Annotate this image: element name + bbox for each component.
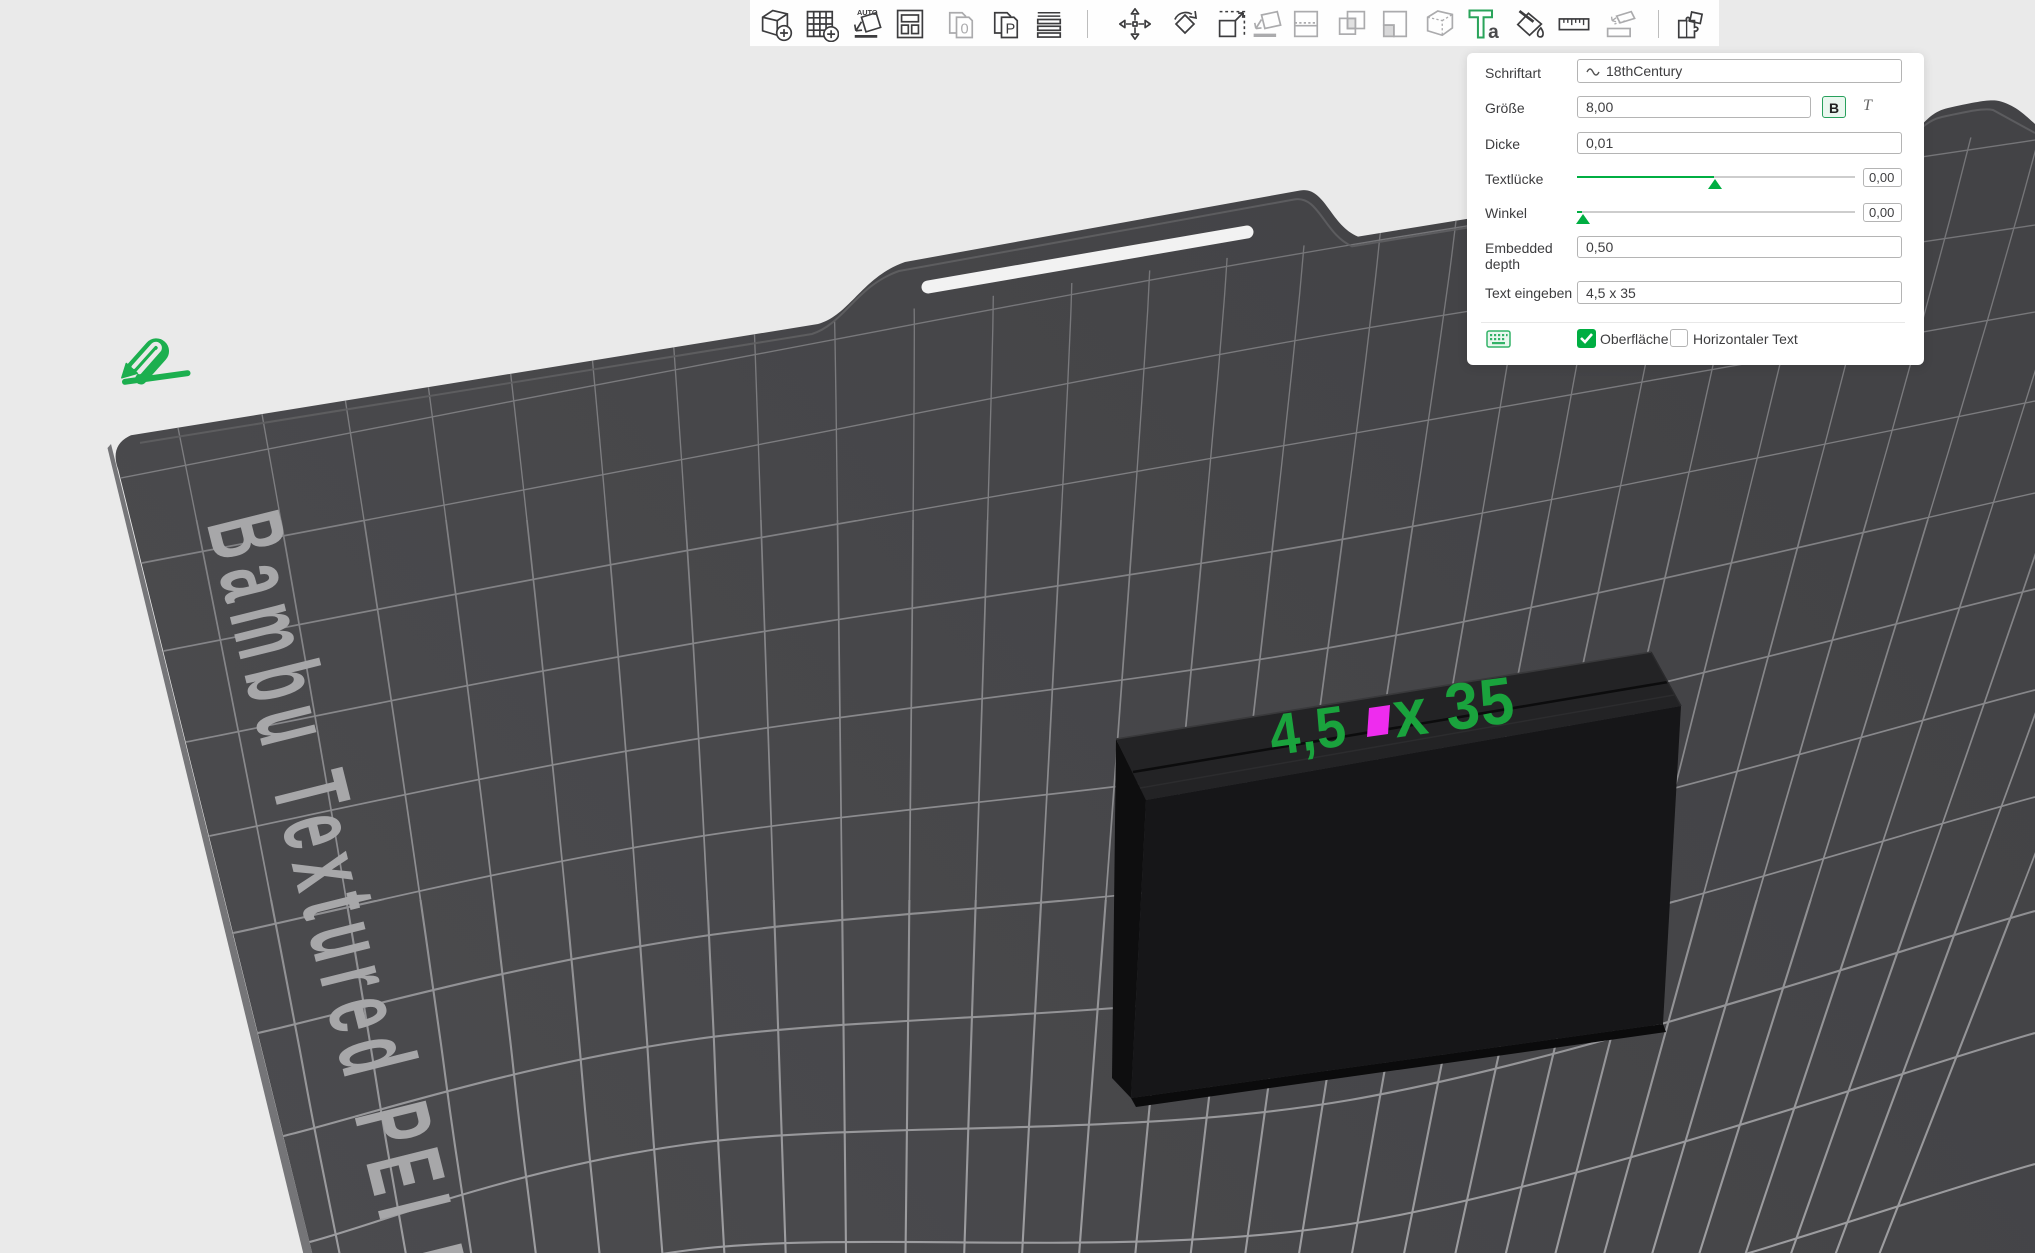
svg-text:AUTO: AUTO: [857, 8, 878, 17]
svg-text:a: a: [1488, 22, 1499, 42]
svg-text:P: P: [1005, 22, 1015, 38]
svg-text:0: 0: [960, 22, 968, 38]
